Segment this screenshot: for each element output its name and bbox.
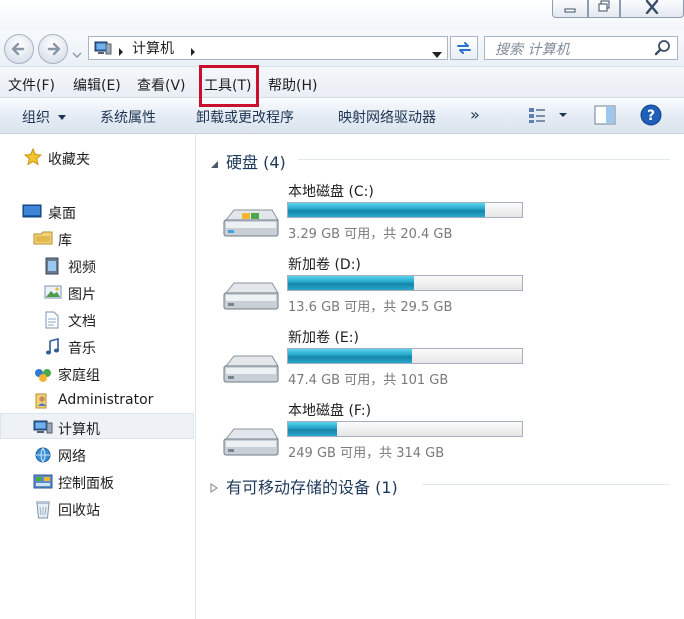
music-icon	[44, 337, 60, 360]
drive-usage-bar	[287, 275, 523, 291]
nav-videos[interactable]: 视频	[68, 257, 96, 277]
documents-icon	[44, 311, 60, 333]
preview-pane-button[interactable]	[594, 105, 616, 129]
drive-free-space: 249 GB 可用，共 314 GB	[288, 446, 445, 461]
refresh-button[interactable]	[450, 36, 478, 60]
dropdown-arrow-icon	[58, 115, 67, 120]
user-folder-icon	[33, 392, 51, 414]
group-divider	[422, 484, 670, 485]
group-collapse-toggle[interactable]	[209, 154, 219, 173]
computer-icon	[94, 40, 112, 60]
drive-usage-bar	[287, 348, 523, 364]
system-properties-button[interactable]: 系统属性	[100, 107, 156, 127]
recycle-bin-icon	[35, 499, 51, 523]
close-button[interactable]	[620, 0, 684, 18]
nav-music[interactable]: 音乐	[68, 338, 96, 358]
triangle-right-icon	[210, 483, 218, 493]
search-placeholder: 搜索 计算机	[495, 42, 570, 58]
drive-usage-fill	[288, 349, 412, 363]
group-expand-toggle[interactable]	[210, 478, 218, 497]
search-icon[interactable]	[654, 39, 672, 61]
forward-button[interactable]	[38, 34, 68, 64]
star-icon	[23, 147, 43, 170]
drive-free-space: 47.4 GB 可用，共 101 GB	[288, 373, 449, 388]
hard-drive-icon[interactable]	[222, 352, 280, 390]
svg-text:?: ?	[647, 108, 655, 124]
nav-administrator[interactable]: Administrator	[58, 392, 153, 408]
arrow-left-icon	[11, 42, 25, 56]
group-title-hard-disks[interactable]: 硬盘 (4)	[226, 149, 286, 173]
arrow-right-icon	[47, 42, 61, 56]
pictures-icon	[44, 284, 62, 304]
breadcrumb-separator-icon	[190, 42, 196, 61]
control-panel-icon	[33, 473, 53, 495]
help-icon: ?	[640, 104, 662, 126]
uninstall-program-button[interactable]: 卸载或更改程序	[196, 107, 294, 127]
drive-name[interactable]: 本地磁盘 (C:)	[288, 181, 374, 201]
nav-favorites[interactable]: 收藏夹	[48, 149, 90, 169]
nav-libraries[interactable]: 库	[58, 230, 72, 250]
drive-usage-bar	[287, 202, 523, 218]
chevron-down-icon	[72, 52, 82, 58]
nav-desktop[interactable]: 桌面	[48, 203, 76, 223]
breadcrumb-computer[interactable]: 计算机	[132, 38, 174, 58]
breadcrumb-separator-icon	[118, 42, 124, 61]
drive-name[interactable]: 新加卷 (D:)	[288, 254, 361, 274]
help-button[interactable]: ?	[640, 104, 662, 130]
nav-homegroup[interactable]: 家庭组	[58, 365, 100, 385]
annotation-highlight-box	[199, 65, 259, 107]
view-details-icon	[529, 108, 567, 123]
drive-usage-fill	[288, 422, 337, 436]
drive-free-space: 13.6 GB 可用，共 29.5 GB	[288, 300, 453, 315]
dropdown-arrow-icon	[432, 52, 442, 58]
back-button[interactable]	[4, 34, 34, 64]
menu-view[interactable]: 查看(V)	[137, 75, 186, 95]
homegroup-icon	[33, 365, 53, 387]
video-icon	[44, 257, 60, 279]
minimize-icon	[564, 8, 576, 13]
maximize-button[interactable]	[588, 0, 620, 18]
nav-network[interactable]: 网络	[58, 446, 86, 466]
group-title-removable[interactable]: 有可移动存储的设备 (1)	[226, 474, 398, 498]
recent-pages-button[interactable]	[72, 44, 82, 63]
refresh-icon	[457, 42, 471, 54]
hard-drive-icon[interactable]	[222, 279, 280, 317]
address-history-dropdown[interactable]	[432, 44, 442, 63]
minimize-button[interactable]	[552, 0, 588, 18]
menu-file[interactable]: 文件(F)	[8, 75, 55, 95]
libraries-icon	[33, 230, 53, 250]
change-view-button[interactable]	[528, 106, 568, 128]
nav-control-panel[interactable]: 控制面板	[58, 473, 114, 493]
nav-recycle-bin[interactable]: 回收站	[58, 500, 100, 520]
restore-icon	[598, 0, 610, 12]
drive-name[interactable]: 本地磁盘 (F:)	[288, 400, 371, 420]
map-network-drive-button[interactable]: 映射网络驱动器	[338, 107, 436, 127]
nav-documents[interactable]: 文档	[68, 311, 96, 331]
drive-usage-fill	[288, 276, 414, 290]
nav-pictures[interactable]: 图片	[68, 284, 96, 304]
drive-usage-fill	[288, 203, 485, 217]
drive-usage-bar	[287, 421, 523, 437]
hard-drive-icon[interactable]	[222, 206, 280, 244]
drive-name[interactable]: 新加卷 (E:)	[288, 327, 359, 347]
hard-drive-icon[interactable]	[222, 425, 280, 463]
triangle-down-icon	[211, 161, 218, 168]
drive-free-space: 3.29 GB 可用，共 20.4 GB	[288, 227, 453, 242]
preview-pane-icon	[594, 105, 616, 125]
nav-computer[interactable]: 计算机	[58, 419, 100, 439]
computer-icon	[33, 419, 53, 439]
network-icon	[33, 446, 53, 468]
menu-edit[interactable]: 编辑(E)	[73, 75, 121, 95]
group-divider	[298, 159, 670, 160]
close-icon	[645, 0, 659, 14]
menu-help[interactable]: 帮助(H)	[268, 75, 317, 95]
organize-button[interactable]: 组织	[22, 107, 67, 127]
desktop-icon	[22, 203, 42, 223]
organize-label: 组织	[22, 110, 50, 126]
more-commands-button[interactable]: »	[470, 105, 480, 124]
